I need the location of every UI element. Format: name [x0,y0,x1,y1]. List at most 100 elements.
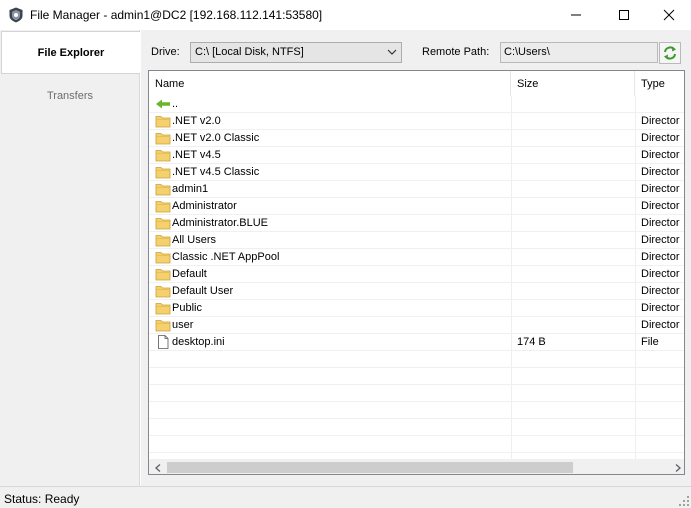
row-type: Director [641,268,680,280]
refresh-icon [664,46,676,60]
maximize-button[interactable] [601,0,647,30]
table-row[interactable]: .NET v2.0 Director [149,113,684,130]
folder-icon [155,114,171,128]
remote-path-value: C:\Users\ [504,46,550,58]
row-name: Administrator [172,200,237,212]
folder-icon [155,318,171,332]
table-row[interactable]: All Users Director [149,232,684,249]
status-bar: Status: Ready [0,486,691,508]
row-type: Director [641,115,680,127]
row-name: .NET v2.0 [172,115,221,127]
folder-icon [155,165,171,179]
row-name: user [172,319,194,331]
horizontal-scrollbar[interactable] [149,459,684,474]
column-header-name[interactable]: Name [149,71,511,96]
row-size: 174 B [517,336,546,348]
row-type: File [641,336,659,348]
empty-row [149,436,684,453]
column-header-size[interactable]: Size [511,71,635,96]
row-name: .NET v2.0 Classic [172,132,260,144]
status-text: Status: Ready [4,492,80,506]
folder-icon [155,301,171,315]
file-icon [155,335,171,349]
empty-row [149,402,684,419]
folder-icon [155,131,171,145]
remote-path-input[interactable]: C:\Users\ [500,42,658,63]
scrollbar-thumb[interactable] [167,462,573,473]
maximize-icon [619,10,629,20]
folder-icon [155,182,171,196]
remote-path-label: Remote Path: [422,46,490,58]
folder-icon [155,250,171,264]
file-list[interactable]: Name Size Type .. .NET v2.0 Director .NET v… [148,70,685,475]
chevron-left-icon [154,463,160,472]
close-button[interactable] [646,0,691,30]
table-row[interactable]: desktop.ini 174 B File [149,334,684,351]
row-name: .NET v4.5 Classic [172,166,260,178]
row-type: Director [641,285,680,297]
row-name: desktop.ini [172,336,225,348]
chevron-right-icon [675,463,681,472]
table-row[interactable]: Administrator.BLUE Director [149,215,684,232]
refresh-button[interactable] [659,42,681,64]
folder-icon [155,148,171,162]
row-name: .. [172,98,179,110]
row-name: admin1 [172,183,209,195]
tab-transfers-label: Transfers [46,90,94,102]
row-name: All Users [172,234,217,246]
row-type: Director [641,132,680,144]
scroll-right-button[interactable] [669,459,684,474]
table-row[interactable]: admin1 Director [149,181,684,198]
row-name: Default User [172,285,234,297]
row-type: Director [641,200,680,212]
minimize-button[interactable] [553,0,599,30]
row-name: .NET v4.5 [172,149,221,161]
tab-file-explorer[interactable]: File Explorer [1,31,140,74]
table-row[interactable]: Default User Director [149,283,684,300]
row-type: Director [641,183,680,195]
minimize-icon [571,14,581,16]
title-bar: File Manager - admin1@DC2 [192.168.112.1… [0,0,691,30]
table-row[interactable]: .. [149,96,684,113]
table-row[interactable]: .NET v4.5 Director [149,147,684,164]
table-row[interactable]: Administrator Director [149,198,684,215]
row-type: Director [641,149,680,161]
chevron-down-icon [387,49,397,55]
row-type: Director [641,302,680,314]
drive-select-value: C:\ [Local Disk, NTFS] [195,46,304,58]
empty-row [149,419,684,436]
row-type: Director [641,319,680,331]
table-row[interactable]: Classic .NET AppPool Director [149,249,684,266]
tab-file-explorer-label: File Explorer [37,46,105,59]
empty-row [149,385,684,402]
column-header-type[interactable]: Type [635,71,684,96]
drive-select[interactable]: C:\ [Local Disk, NTFS] [190,42,402,63]
table-row[interactable]: .NET v2.0 Classic Director [149,130,684,147]
folder-icon [155,267,171,281]
empty-row [149,351,684,368]
back-arrow-icon [155,97,171,111]
row-name: Public [172,302,202,314]
folder-icon [155,216,171,230]
row-type: Director [641,234,680,246]
folder-icon [155,233,171,247]
window-title: File Manager - admin1@DC2 [192.168.112.1… [30,8,323,22]
close-icon [663,9,675,21]
resize-grip-icon[interactable] [679,496,689,506]
table-row[interactable]: Public Director [149,300,684,317]
row-name: Classic .NET AppPool [172,251,280,263]
row-type: Director [641,166,680,178]
folder-icon [155,284,171,298]
empty-row [149,368,684,385]
drive-label: Drive: [151,46,180,58]
table-row[interactable]: .NET v4.5 Classic Director [149,164,684,181]
row-name: Default [172,268,207,280]
scroll-left-button[interactable] [149,459,166,474]
row-name: Administrator.BLUE [172,217,268,229]
file-list-rows: .. .NET v2.0 Director .NET v2.0 Classic Dire… [149,96,684,470]
row-type: Director [641,217,680,229]
table-row[interactable]: user Director [149,317,684,334]
sidebar: File Explorer Transfers [0,30,140,486]
table-row[interactable]: Default Director [149,266,684,283]
tab-transfers[interactable]: Transfers [0,74,140,118]
